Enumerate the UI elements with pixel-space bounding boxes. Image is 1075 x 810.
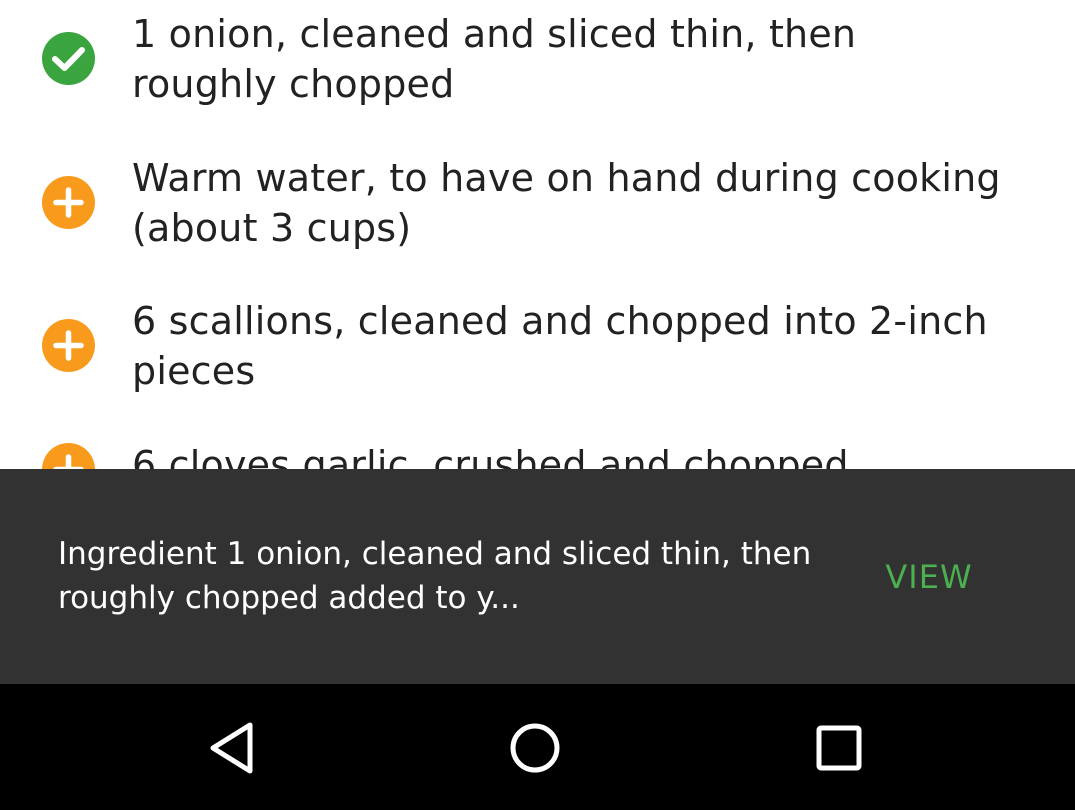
recents-icon bbox=[816, 725, 862, 771]
view-button[interactable]: VIEW bbox=[866, 551, 992, 603]
add-ingredient-button[interactable] bbox=[42, 176, 95, 229]
add-ingredient-button[interactable] bbox=[42, 443, 95, 470]
ingredient-text: Warm water, to have on hand during cooki… bbox=[132, 156, 1001, 250]
snackbar-message: Ingredient 1 onion, cleaned and sliced t… bbox=[58, 536, 812, 616]
ingredient-text: 6 cloves garlic, crushed and chopped bbox=[132, 443, 849, 470]
recents-button[interactable] bbox=[807, 716, 871, 780]
ingredient-item[interactable]: 6 scallions, cleaned and chopped into 2-… bbox=[0, 296, 1075, 406]
ingredient-item[interactable]: 6 cloves garlic, crushed and chopped bbox=[0, 440, 1075, 470]
check-icon bbox=[42, 32, 95, 85]
home-button[interactable] bbox=[503, 716, 567, 780]
home-icon bbox=[510, 723, 560, 773]
plus-icon bbox=[42, 443, 95, 470]
ingredient-list: 1 onion, cleaned and sliced thin, then r… bbox=[0, 0, 1075, 470]
ingredient-item[interactable]: 1 onion, cleaned and sliced thin, then r… bbox=[0, 9, 1075, 119]
ingredient-text: 6 scallions, cleaned and chopped into 2-… bbox=[132, 299, 988, 393]
added-check-button[interactable] bbox=[42, 32, 95, 85]
ingredient-text: 1 onion, cleaned and sliced thin, then r… bbox=[132, 12, 857, 106]
back-button[interactable] bbox=[201, 716, 265, 780]
app-screen: 1 onion, cleaned and sliced thin, then r… bbox=[0, 0, 1075, 810]
plus-icon bbox=[42, 319, 95, 372]
back-icon bbox=[210, 722, 253, 774]
system-navigation-bar bbox=[0, 684, 1075, 810]
add-ingredient-button[interactable] bbox=[42, 319, 95, 372]
plus-icon bbox=[42, 176, 95, 229]
ingredient-item[interactable]: Warm water, to have on hand during cooki… bbox=[0, 153, 1075, 263]
